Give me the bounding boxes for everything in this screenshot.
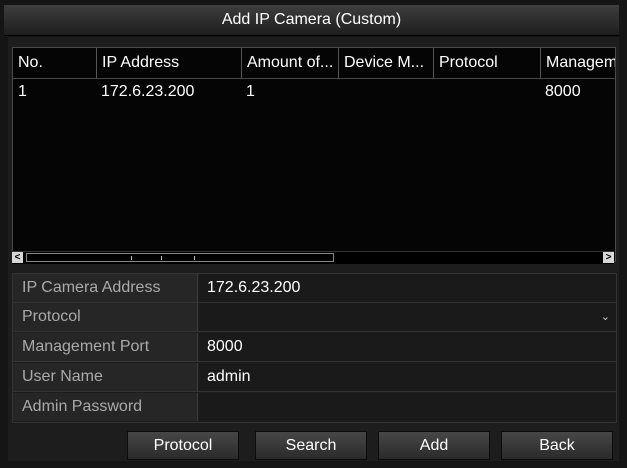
form-row-management-port: Management Port 8000 xyxy=(13,333,616,362)
label-management-port: Management Port xyxy=(13,333,198,361)
cell-no: 1 xyxy=(18,83,27,100)
form-row-user-name: User Name admin xyxy=(13,363,616,392)
cell-protocol xyxy=(433,79,540,105)
cell-ip-address: 172.6.23.200 xyxy=(101,83,195,100)
column-header-amount[interactable]: Amount of... xyxy=(241,48,338,78)
label-protocol: Protocol xyxy=(13,303,198,331)
ip-camera-address-input[interactable]: 172.6.23.200 xyxy=(199,274,616,302)
label-admin-password: Admin Password xyxy=(13,393,198,421)
camera-settings-form: IP Camera Address 172.6.23.200 Protocol … xyxy=(12,273,617,423)
scroll-right-icon[interactable]: > xyxy=(603,252,614,263)
table-row[interactable]: 1 172.6.23.200 1 8000 xyxy=(13,79,615,105)
table-header: No. IP Address Amount of... Device M... … xyxy=(13,48,615,79)
scroll-left-icon[interactable]: < xyxy=(12,252,23,263)
column-header-no[interactable]: No. xyxy=(13,48,96,78)
cell-amount: 1 xyxy=(246,83,255,100)
thumb-grip xyxy=(161,256,162,260)
cell-device-model xyxy=(338,79,433,105)
dialog-title-text: Add IP Camera (Custom) xyxy=(221,11,402,28)
cell-management: 8000 xyxy=(545,83,581,100)
thumb-grip xyxy=(131,256,132,260)
column-header-management[interactable]: Managem xyxy=(540,48,615,78)
column-header-ip-address[interactable]: IP Address xyxy=(96,48,241,78)
form-row-ip-camera-address: IP Camera Address 172.6.23.200 xyxy=(13,274,616,303)
admin-password-input[interactable] xyxy=(199,393,616,421)
form-row-admin-password: Admin Password xyxy=(13,393,616,421)
camera-table: No. IP Address Amount of... Device M... … xyxy=(12,47,616,262)
horizontal-scrollbar[interactable]: < > xyxy=(12,251,614,264)
back-button[interactable]: Back xyxy=(501,431,613,460)
protocol-select[interactable]: ⌄ xyxy=(199,303,616,331)
protocol-button[interactable]: Protocol xyxy=(127,431,239,460)
dialog-title: Add IP Camera (Custom) xyxy=(4,5,619,36)
column-header-device-model[interactable]: Device M... xyxy=(338,48,433,78)
add-button[interactable]: Add xyxy=(378,431,490,460)
label-ip-camera-address: IP Camera Address xyxy=(13,274,198,302)
label-user-name: User Name xyxy=(13,363,198,391)
dialog-body: No. IP Address Amount of... Device M... … xyxy=(8,37,619,461)
chevron-down-icon[interactable]: ⌄ xyxy=(601,303,610,331)
column-header-protocol[interactable]: Protocol xyxy=(433,48,540,78)
user-name-input[interactable]: admin xyxy=(199,363,616,391)
form-row-protocol: Protocol ⌄ xyxy=(13,303,616,332)
add-ip-camera-dialog: Add IP Camera (Custom) No. IP Address Am… xyxy=(0,0,627,468)
scrollbar-thumb[interactable] xyxy=(26,253,334,262)
button-bar: Protocol Search Add Back xyxy=(8,430,619,461)
thumb-grip xyxy=(194,256,195,260)
search-button[interactable]: Search xyxy=(255,431,367,460)
management-port-input[interactable]: 8000 xyxy=(199,333,616,361)
